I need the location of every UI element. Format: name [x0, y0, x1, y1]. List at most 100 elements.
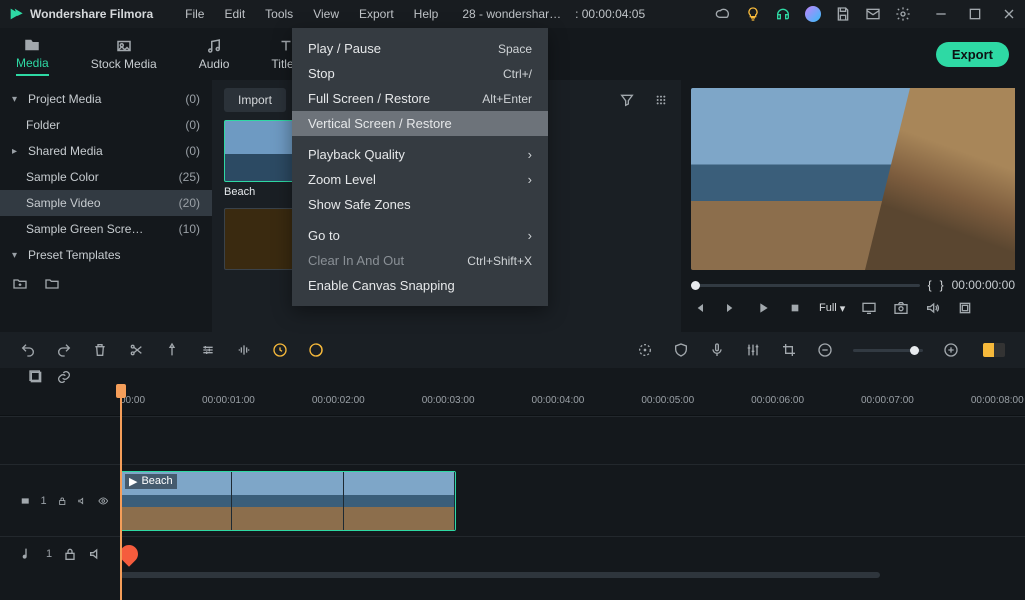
sidebar-item-shared-media[interactable]: ▸Shared Media(0)	[0, 138, 212, 164]
headset-icon[interactable]	[775, 6, 791, 22]
zoom-in-icon[interactable]	[943, 342, 959, 358]
next-frame-icon[interactable]	[723, 300, 739, 316]
app-title: Wondershare Filmora	[30, 7, 153, 21]
sidebar-item-sample-green[interactable]: Sample Green Scre…(10)	[0, 216, 212, 242]
fullscreen-icon[interactable]	[957, 300, 973, 316]
filter-icon[interactable]	[619, 92, 635, 108]
minimize-icon[interactable]	[933, 6, 949, 22]
menu-playback-quality[interactable]: Playback Quality	[292, 142, 548, 167]
menu-clear-in-out: Clear In And OutCtrl+Shift+X	[292, 248, 548, 273]
user-avatar[interactable]	[805, 6, 821, 22]
zoom-slider[interactable]	[853, 349, 923, 352]
shield-icon[interactable]	[673, 342, 689, 358]
lock-icon[interactable]	[57, 493, 67, 509]
playhead-line	[120, 386, 122, 600]
mixer-icon[interactable]	[745, 342, 761, 358]
track-empty[interactable]	[0, 416, 1025, 464]
undo-icon[interactable]	[20, 342, 36, 358]
target-icon[interactable]	[637, 342, 653, 358]
prev-frame-icon[interactable]	[691, 300, 707, 316]
mute-icon[interactable]	[88, 546, 104, 562]
delete-icon[interactable]	[92, 342, 108, 358]
tab-media[interactable]: Media	[16, 32, 49, 76]
maximize-icon[interactable]	[967, 6, 983, 22]
lightbulb-icon[interactable]	[745, 6, 761, 22]
sidebar-item-preset-templates[interactable]: ▾Preset Templates	[0, 242, 212, 268]
zoom-out-icon[interactable]	[817, 342, 833, 358]
adjust-icon[interactable]	[200, 342, 216, 358]
link-icon[interactable]	[56, 369, 72, 385]
tab-audio[interactable]: Audio	[199, 33, 230, 75]
play-icon[interactable]	[755, 300, 771, 316]
mic-icon[interactable]	[709, 342, 725, 358]
sidebar-item-sample-video[interactable]: Sample Video(20)	[0, 190, 212, 216]
menu-go-to[interactable]: Go to	[292, 223, 548, 248]
tab-stock-media[interactable]: Stock Media	[91, 33, 157, 75]
visibility-icon[interactable]	[98, 493, 108, 509]
export-button[interactable]: Export	[936, 42, 1009, 67]
new-folder-icon[interactable]	[12, 276, 28, 292]
project-timecode: : 00:00:04:05	[575, 7, 645, 21]
menu-stop[interactable]: StopCtrl+/	[292, 61, 548, 86]
cut-icon[interactable]	[128, 342, 144, 358]
menu-help[interactable]: Help	[406, 3, 447, 25]
menu-file[interactable]: File	[177, 3, 212, 25]
tab-audio-label: Audio	[199, 57, 230, 71]
mail-icon[interactable]	[865, 6, 881, 22]
sidebar-item-sample-color[interactable]: Sample Color(25)	[0, 164, 212, 190]
sidebar-item-folder[interactable]: Folder(0)	[0, 112, 212, 138]
mark-out[interactable]: }	[940, 278, 944, 292]
folder-icon[interactable]	[44, 276, 60, 292]
display-icon[interactable]	[861, 300, 877, 316]
stop-icon[interactable]	[787, 300, 803, 316]
track-audio-1[interactable]: 1	[0, 536, 1025, 570]
filmora-logo-icon	[8, 6, 24, 22]
timeline-ruler[interactable]: 00:00 00:00:01:00 00:00:02:00 00:00:03:0…	[0, 386, 1025, 416]
import-button[interactable]: Import	[224, 88, 286, 112]
gear-icon[interactable]	[895, 6, 911, 22]
timeline-clip-beach[interactable]: ▶Beach	[120, 471, 456, 531]
menu-export[interactable]: Export	[351, 3, 402, 25]
app-logo: Wondershare Filmora	[8, 6, 153, 22]
grid-view-icon[interactable]	[653, 92, 669, 108]
menu-play-pause[interactable]: Play / PauseSpace	[292, 36, 548, 61]
tab-stock-label: Stock Media	[91, 57, 157, 71]
preview-video[interactable]	[691, 88, 1015, 270]
marker-icon[interactable]	[164, 342, 180, 358]
menu-safe-zones[interactable]: Show Safe Zones	[292, 192, 548, 217]
menu-vertical-screen-restore[interactable]: Vertical Screen / Restore	[292, 111, 548, 136]
mute-icon[interactable]	[77, 493, 87, 509]
waveform-icon[interactable]	[236, 342, 252, 358]
timeline-scrollbar[interactable]	[0, 570, 1025, 580]
project-name: 28 - wondershar…	[462, 7, 561, 21]
crop-icon[interactable]	[781, 342, 797, 358]
color-icon[interactable]	[308, 342, 324, 358]
snapshot-icon[interactable]	[893, 300, 909, 316]
mark-in[interactable]: {	[928, 278, 932, 292]
menu-view[interactable]: View	[305, 3, 347, 25]
lock-icon[interactable]	[62, 546, 78, 562]
volume-icon[interactable]	[925, 300, 941, 316]
close-icon[interactable]	[1001, 6, 1017, 22]
menu-tools[interactable]: Tools	[257, 3, 301, 25]
redo-icon[interactable]	[56, 342, 72, 358]
menu-edit[interactable]: Edit	[216, 3, 253, 25]
menu-fullscreen-restore[interactable]: Full Screen / RestoreAlt+Enter	[292, 86, 548, 111]
track-video-1[interactable]: 1 ▶Beach	[0, 464, 1025, 536]
fit-dropdown[interactable]: Full▾	[819, 302, 845, 315]
menu-canvas-snapping[interactable]: Enable Canvas Snapping	[292, 273, 548, 298]
title-bar: Wondershare Filmora File Edit Tools View…	[0, 0, 1025, 28]
sidebar-item-project-media[interactable]: ▾Project Media(0)	[0, 86, 212, 112]
video-track-icon	[20, 493, 30, 509]
zoom-fit-icon[interactable]	[983, 343, 1005, 357]
clip-play-icon: ▶	[129, 475, 137, 488]
main-menu: File Edit Tools View Export Help	[177, 3, 446, 25]
save-icon[interactable]	[835, 6, 851, 22]
preview-scrubber[interactable]	[691, 284, 920, 287]
speed-icon[interactable]	[272, 342, 288, 358]
cloud-icon[interactable]	[715, 6, 731, 22]
snapshot-list-icon[interactable]	[28, 369, 44, 385]
playhead-handle[interactable]	[116, 384, 126, 398]
menu-zoom-level[interactable]: Zoom Level	[292, 167, 548, 192]
timeline-toolbar	[0, 332, 1025, 368]
